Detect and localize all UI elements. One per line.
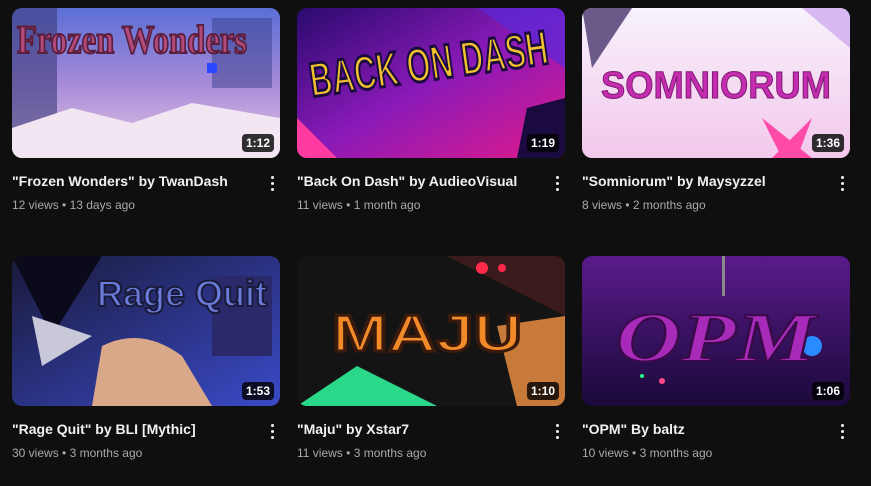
video-title[interactable]: "Maju" by Xstar7 [297, 419, 537, 439]
thumbnail-title-text: MAJU [332, 305, 522, 363]
duration-badge: 1:36 [811, 134, 844, 152]
thumbnail-title-text: Frozen Wonders [17, 17, 247, 62]
view-count: 10 views [582, 446, 629, 460]
meta-separator: • [62, 198, 67, 212]
video-card[interactable]: MAJU 1:10 "Maju" by Xstar7 11 views • 3 … [297, 256, 565, 486]
meta-separator: • [625, 198, 630, 212]
video-metadata: 11 views • 1 month ago [297, 197, 420, 213]
video-title[interactable]: "Rage Quit" by BLI [Mythic] [12, 419, 252, 439]
more-vert-icon [549, 176, 565, 191]
view-count: 30 views [12, 446, 59, 460]
upload-age: 3 months ago [353, 446, 427, 460]
thumbnail-art-rage-quit: Rage Quit [12, 256, 280, 406]
video-thumbnail[interactable]: BACK ON DASH 1:19 [297, 8, 565, 158]
video-grid: Frozen Wonders 1:12 "Frozen Wonders" by … [0, 0, 871, 481]
view-count: 12 views [12, 198, 59, 212]
duration-badge: 1:12 [241, 134, 274, 152]
upload-age: 3 months ago [69, 446, 143, 460]
meta-separator: • [346, 198, 351, 212]
more-actions-button[interactable] [834, 173, 850, 195]
upload-age: 13 days ago [69, 198, 135, 212]
thumbnail-art-frozen-wonders: Frozen Wonders [12, 8, 280, 158]
view-count: 11 views [297, 446, 343, 460]
more-actions-button[interactable] [834, 421, 850, 443]
video-thumbnail[interactable]: MAJU 1:10 [297, 256, 565, 406]
thumbnail-title-text: Rage Quit [97, 273, 267, 314]
more-vert-icon [834, 424, 850, 439]
video-title[interactable]: "OPM" By baltz [582, 419, 822, 439]
video-card[interactable]: SOMNIORUM 1:36 "Somniorum" by Maysyzzel … [582, 8, 850, 238]
more-actions-button[interactable] [549, 173, 565, 195]
duration-badge: 1:53 [241, 382, 274, 400]
view-count: 8 views [582, 198, 623, 212]
duration-badge: 1:19 [526, 134, 559, 152]
thumbnail-title-text: OPM [616, 300, 820, 377]
more-vert-icon [549, 424, 565, 439]
video-metadata: 10 views • 3 months ago [582, 445, 712, 461]
meta-separator: • [62, 446, 67, 460]
view-count: 11 views [297, 198, 343, 212]
thumbnail-art-opm: OPM [582, 256, 850, 406]
meta-separator: • [346, 446, 351, 460]
thumbnail-art-somniorum: SOMNIORUM [582, 8, 850, 158]
thumbnail-art-maju: MAJU [297, 256, 565, 406]
thumbnail-art-back-on-dash: BACK ON DASH [297, 8, 565, 158]
duration-badge: 1:10 [526, 382, 559, 400]
video-thumbnail[interactable]: SOMNIORUM 1:36 [582, 8, 850, 158]
more-vert-icon [264, 176, 280, 191]
meta-separator: • [632, 446, 637, 460]
more-actions-button[interactable] [549, 421, 565, 443]
video-metadata: 11 views • 3 months ago [297, 445, 426, 461]
video-metadata: 8 views • 2 months ago [582, 197, 706, 213]
thumbnail-title-text: SOMNIORUM [601, 65, 831, 107]
video-title[interactable]: "Frozen Wonders" by TwanDash [12, 171, 252, 191]
video-card[interactable]: Frozen Wonders 1:12 "Frozen Wonders" by … [12, 8, 280, 238]
more-vert-icon [264, 424, 280, 439]
video-thumbnail[interactable]: Rage Quit 1:53 [12, 256, 280, 406]
more-actions-button[interactable] [264, 173, 280, 195]
more-vert-icon [834, 176, 850, 191]
video-card[interactable]: OPM 1:06 "OPM" By baltz 10 views • 3 mon… [582, 256, 850, 486]
duration-badge: 1:06 [811, 382, 844, 400]
upload-age: 2 months ago [632, 198, 706, 212]
more-actions-button[interactable] [264, 421, 280, 443]
upload-age: 1 month ago [353, 198, 421, 212]
video-card[interactable]: Rage Quit 1:53 "Rage Quit" by BLI [Mythi… [12, 256, 280, 486]
video-thumbnail[interactable]: Frozen Wonders 1:12 [12, 8, 280, 158]
video-title[interactable]: "Somniorum" by Maysyzzel [582, 171, 822, 191]
video-title[interactable]: "Back On Dash" by AudieoVisual [297, 171, 537, 191]
video-thumbnail[interactable]: OPM 1:06 [582, 256, 850, 406]
upload-age: 3 months ago [639, 446, 713, 460]
video-metadata: 12 views • 13 days ago [12, 197, 135, 213]
video-metadata: 30 views • 3 months ago [12, 445, 142, 461]
video-card[interactable]: BACK ON DASH 1:19 "Back On Dash" by Audi… [297, 8, 565, 238]
